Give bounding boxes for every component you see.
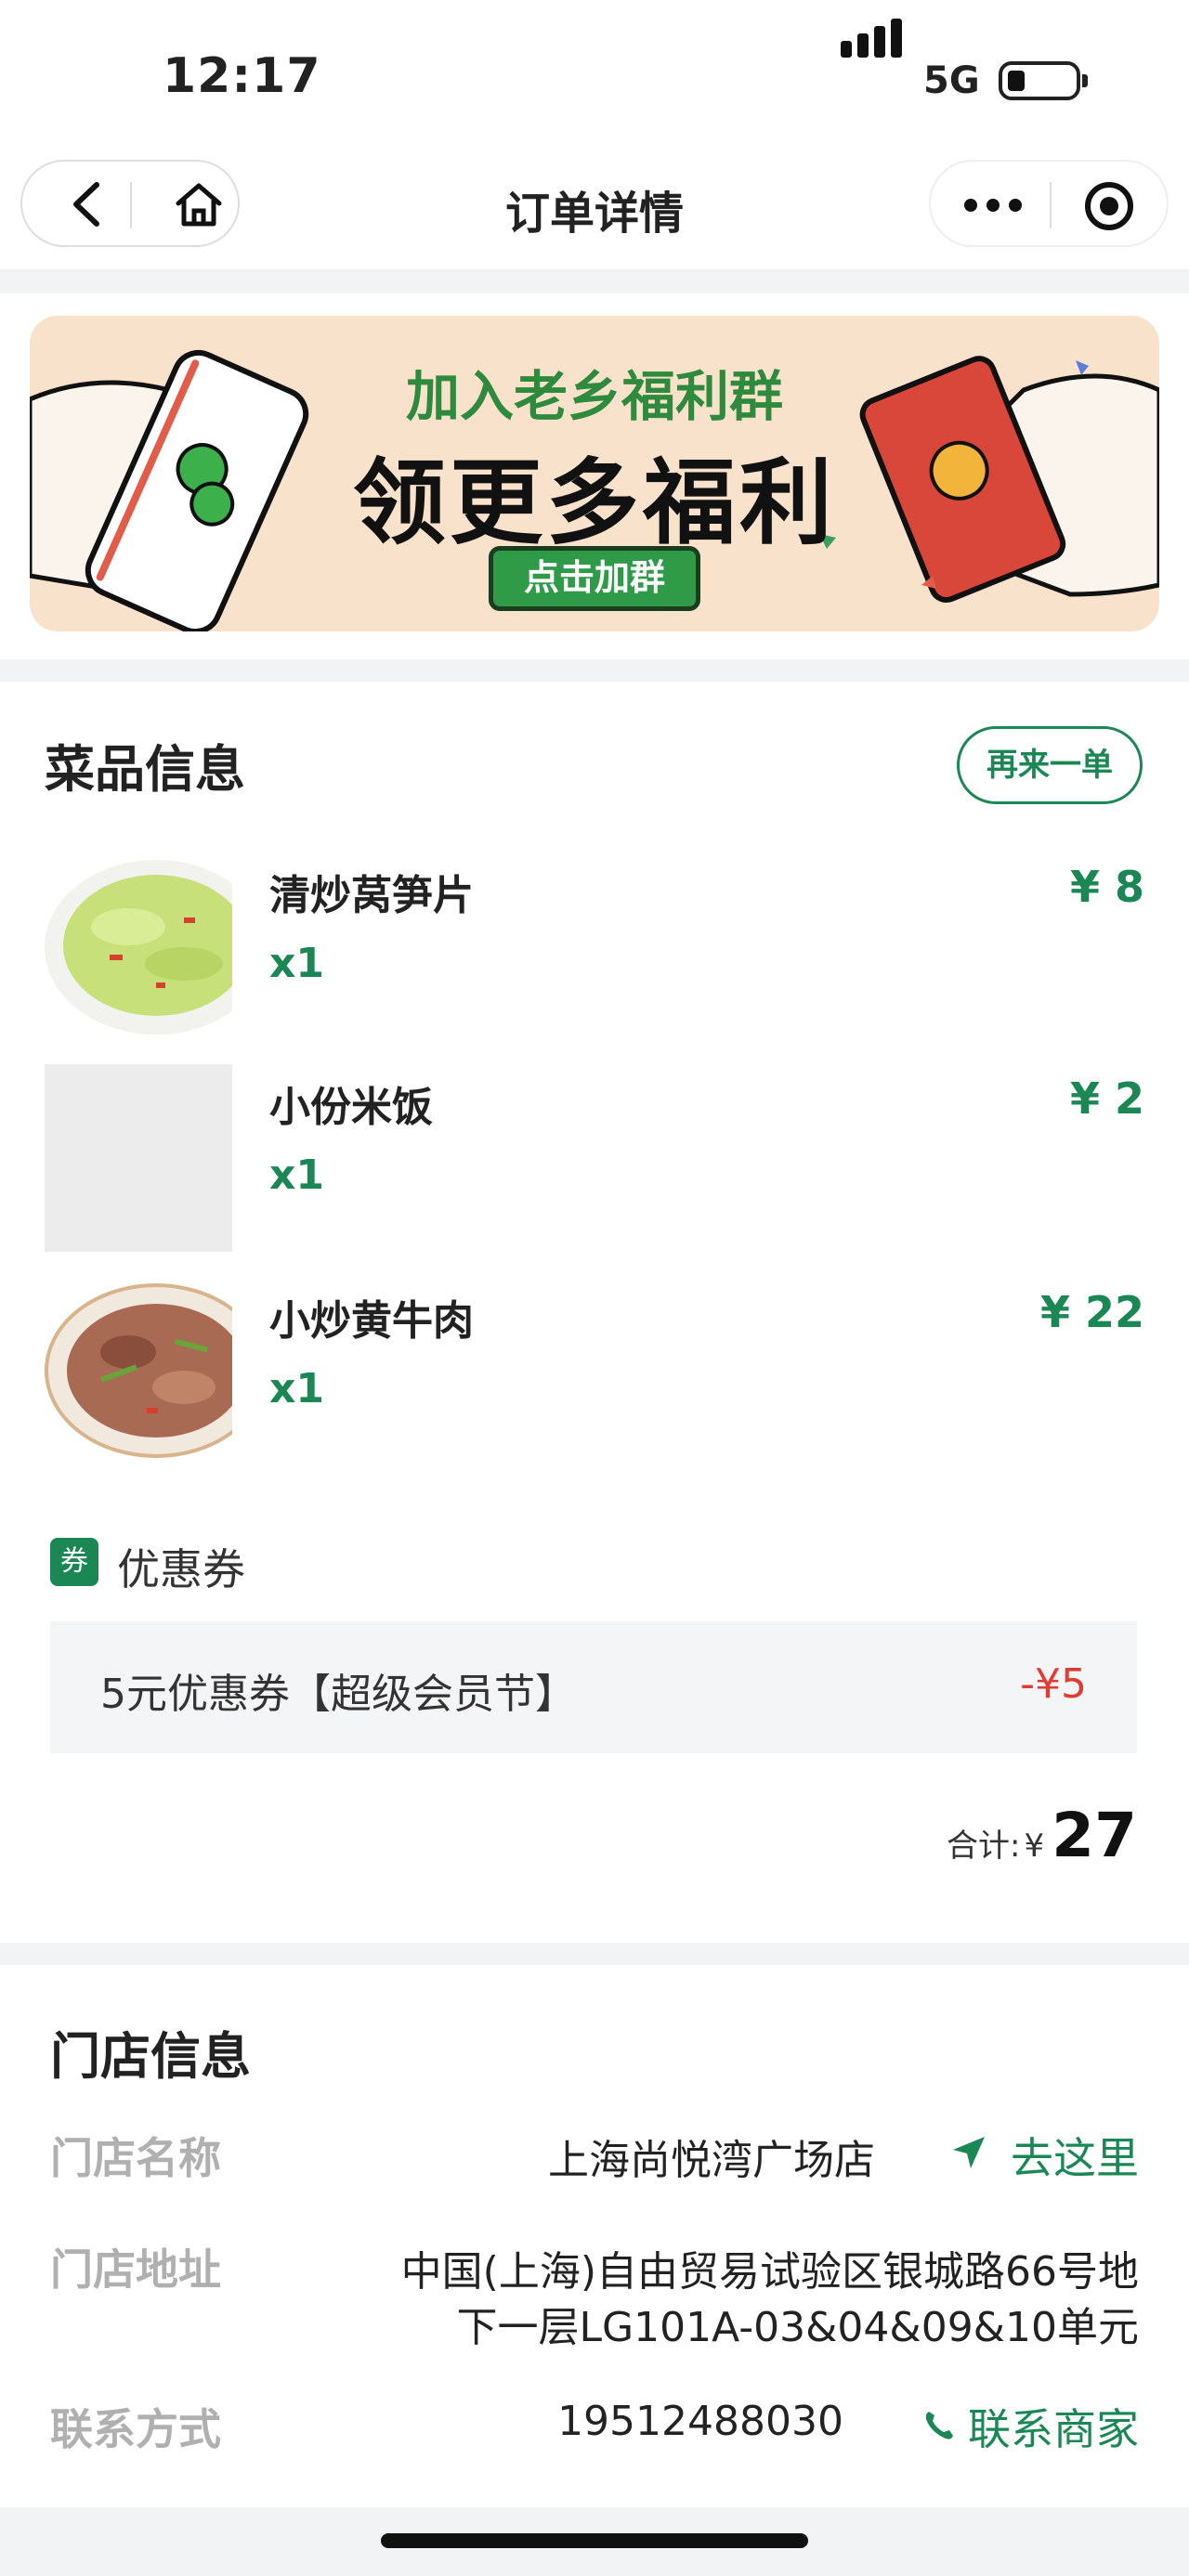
store-name-row: 门店名称 上海尚悦湾广场店 去这里 [50,2125,1139,2190]
order-total: 合计: ¥ 27 [947,1800,1137,1883]
list-item[interactable]: 小炒黄牛肉 x1 ¥ 22 [45,1278,1144,1467]
store-address-line2: 下一层LG101A-03&04&09&10单元 [456,2304,1140,2351]
close-miniprogram-icon[interactable] [1085,182,1133,230]
network-type: 5G [923,59,980,102]
dish-name: 小份米饭 [269,1084,433,1131]
join-group-button[interactable]: 点击加群 [489,546,700,611]
store-section-title: 门店信息 [50,2027,251,2086]
banner-subheadline: 领更多福利 [353,449,836,557]
store-address-row: 门店地址 中国(上海)自由贸易试验区银城路66号地 下一层LG101A-03&0… [50,2236,1139,2351]
navigate-button[interactable]: 去这里 [951,2125,1139,2186]
phone-icon [923,2401,955,2452]
battery-icon [999,61,1088,100]
store-contact-row: 联系方式 19512488030 联系商家 [50,2396,1139,2461]
total-label: 合计: [947,1828,1021,1865]
contact-merchant-button[interactable]: 联系商家 [923,2396,1139,2457]
store-phone: 19512488030 [557,2398,843,2445]
status-time: 12:17 [163,48,321,104]
dish-qty: x1 [269,1365,324,1412]
dish-qty: x1 [269,940,324,987]
dish-price: ¥ 8 [1069,862,1144,912]
list-item[interactable]: 小份米饭 x1 ¥ 2 [45,1064,1144,1254]
list-item[interactable]: 清炒莴笋片 x1 ¥ 8 [45,852,1144,1042]
contact-label: 联系方式 [50,2404,221,2454]
more-icon[interactable] [964,191,1022,219]
store-name: 上海尚悦湾广场店 [548,2137,875,2184]
coupon-name: 5元优惠券【超级会员节】 [100,1671,576,1718]
promo-banner[interactable]: 加入老乡福利群 领更多福利 点击加群 [30,316,1159,631]
dish-price: ¥ 22 [1039,1287,1144,1337]
dish-name: 小炒黄牛肉 [269,1297,474,1345]
banner-headline: 加入老乡福利群 [405,365,783,428]
navigate-label: 去这里 [1011,2133,1139,2183]
location-arrow-icon [951,2130,986,2180]
separator [0,269,1189,293]
reorder-button[interactable]: 再来一单 [957,726,1143,804]
dish-image [45,1278,232,1465]
nav-bar: 订单详情 [0,158,1189,269]
separator [0,1943,1189,1965]
dish-image [45,852,232,1040]
dishes-section-title: 菜品信息 [45,740,245,799]
total-currency: ¥ [1024,1828,1045,1865]
status-bar: 12:17 5G [0,0,1189,158]
store-name-label: 门店名称 [50,2133,221,2183]
dish-name: 清炒莴笋片 [269,872,474,919]
store-address-label: 门店地址 [50,2244,221,2295]
nav-capsule-right [929,160,1169,247]
separator [0,659,1189,682]
store-address-line1: 中国(上海)自由贸易试验区银城路66号地 [400,2248,1139,2296]
contact-merchant-label: 联系商家 [968,2404,1139,2454]
dish-price: ¥ 2 [1069,1073,1144,1124]
coupon-row[interactable]: 5元优惠券【超级会员节】 -¥5 [50,1621,1137,1753]
coupon-icon: 券 [50,1538,98,1586]
dish-qty: x1 [269,1151,324,1199]
dish-image-placeholder [45,1064,232,1252]
home-indicator [381,2533,808,2548]
total-amount: 27 [1052,1800,1137,1871]
capsule-divider [1050,182,1052,228]
coupon-amount: -¥5 [1020,1660,1087,1708]
coupon-label: 优惠券 [117,1544,245,1594]
